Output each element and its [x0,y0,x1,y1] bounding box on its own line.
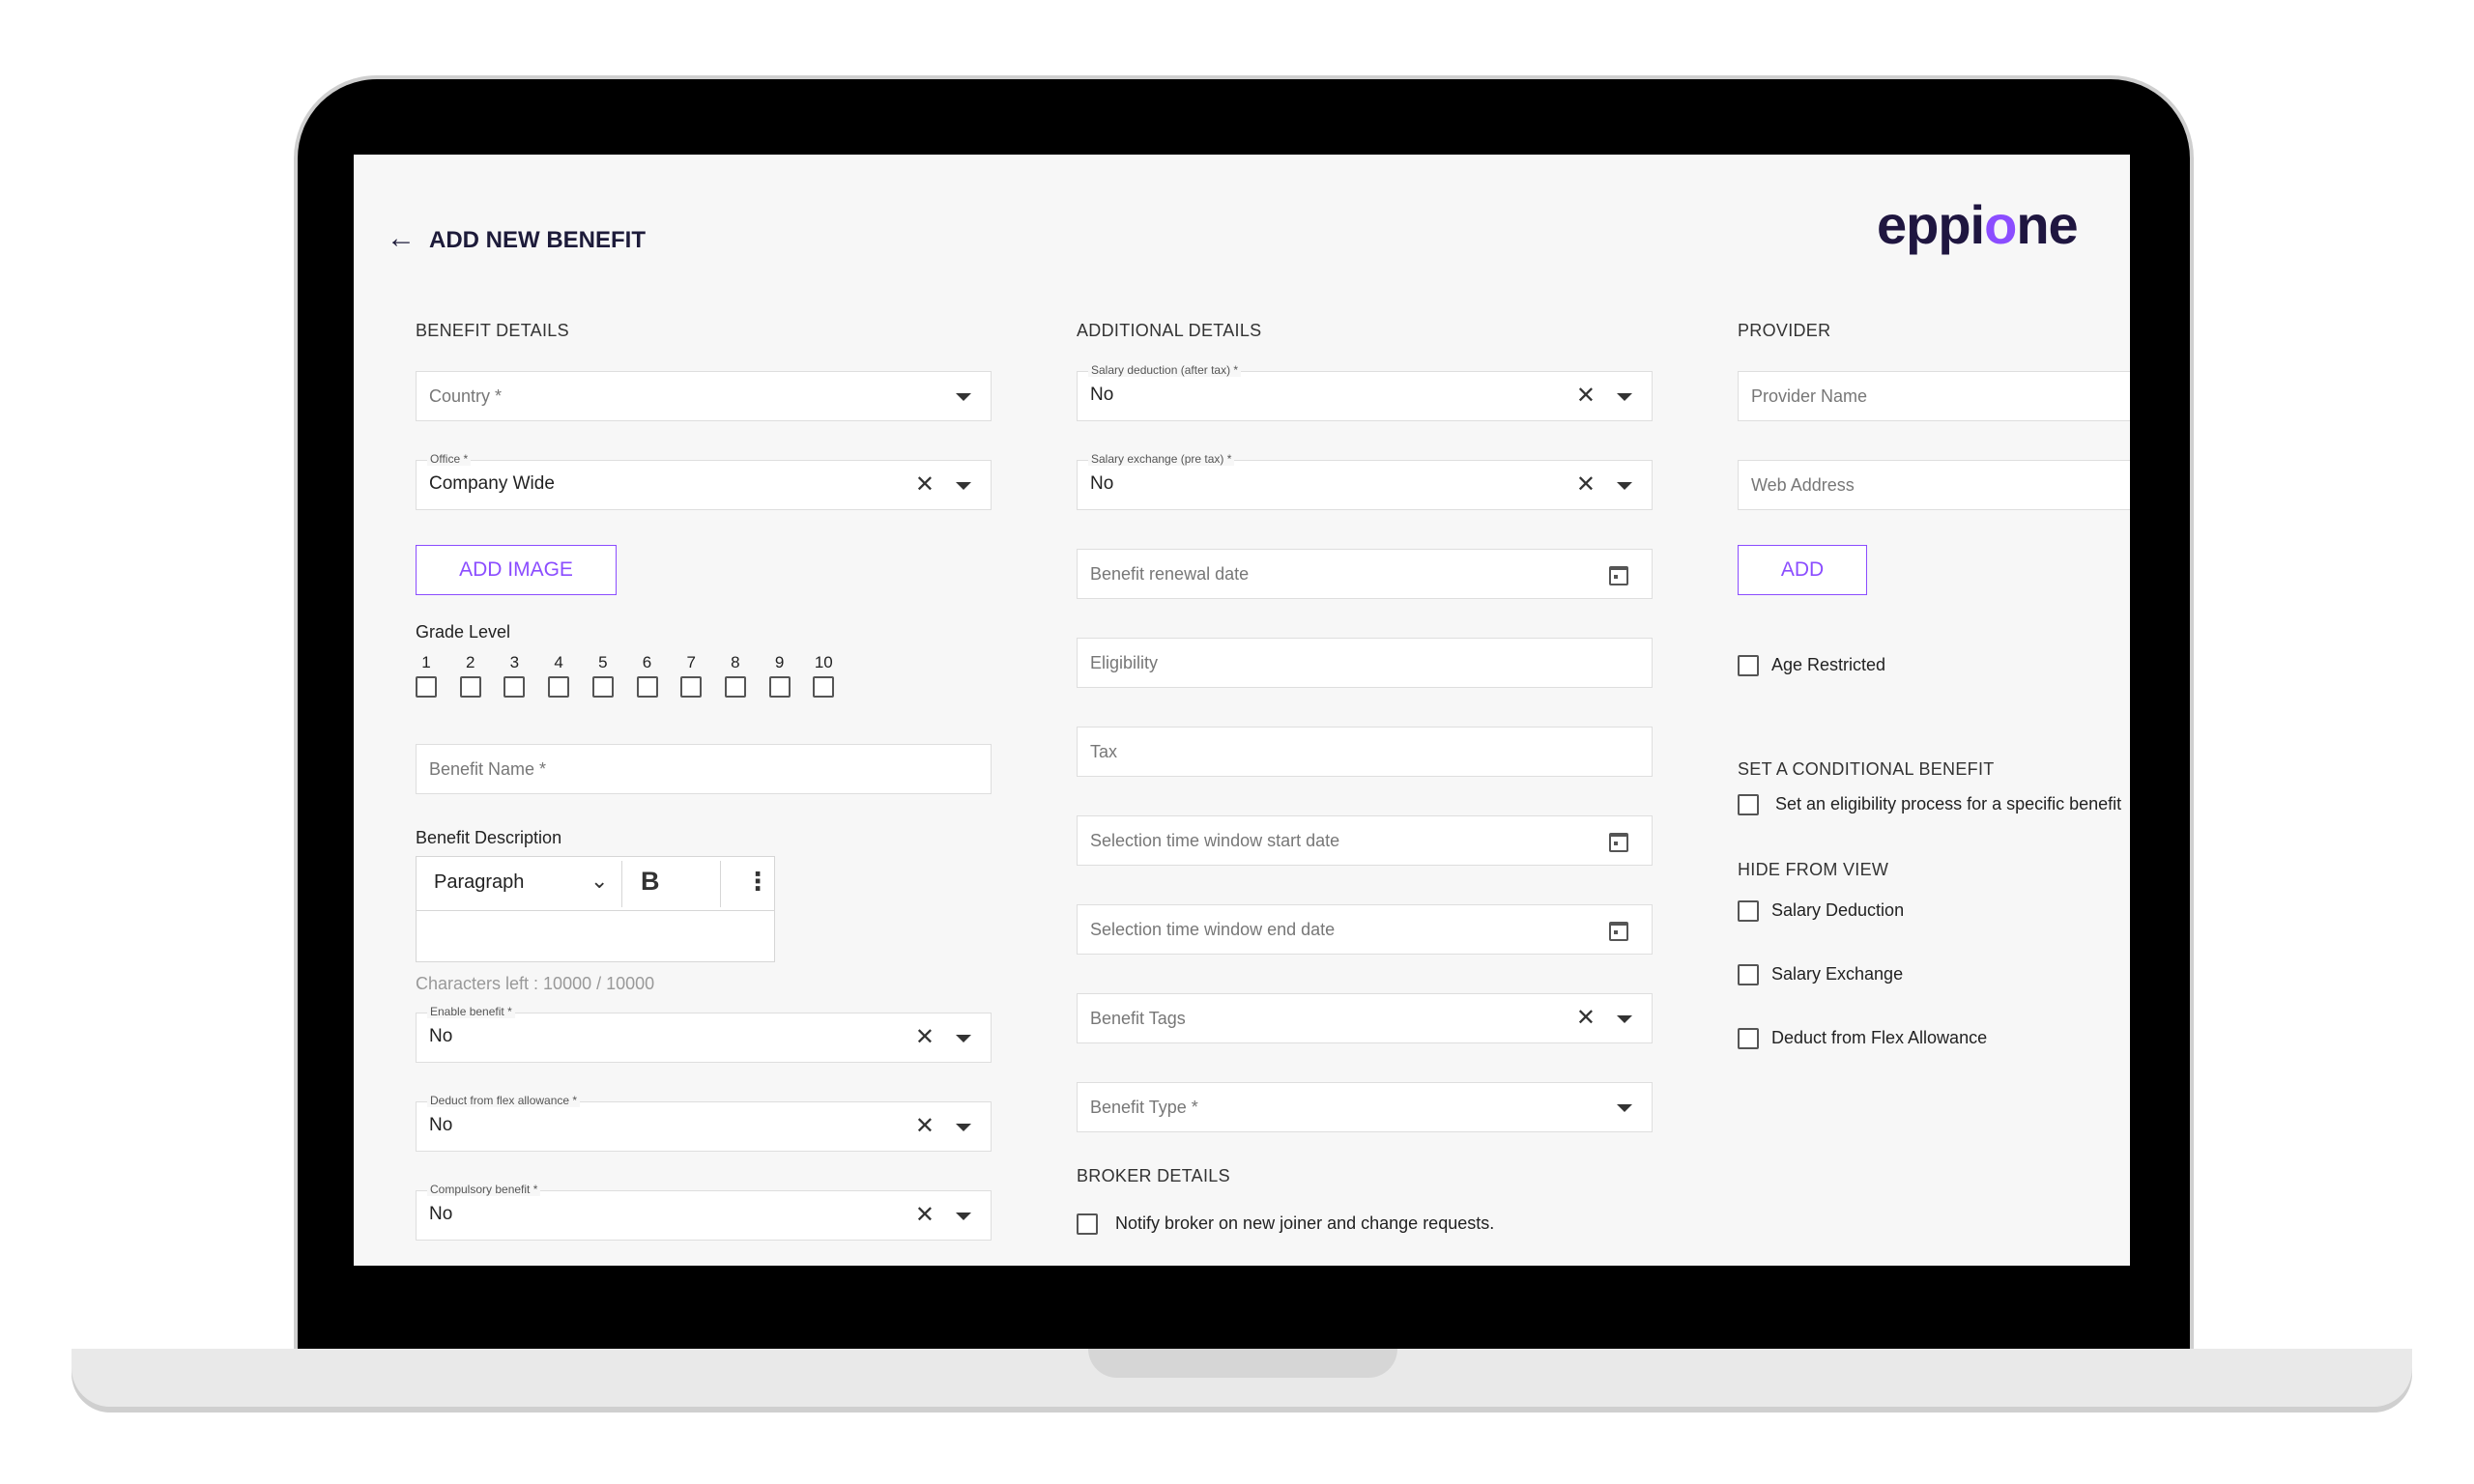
deduct-flex-select[interactable]: Deduct from flex allowance * No ✕ [416,1094,992,1152]
grade-level-number: 8 [731,653,740,671]
hide-salary-exchange-checkbox[interactable] [1738,964,1759,985]
tax-input[interactable]: Tax [1077,727,1653,777]
grade-level-number: 6 [642,653,652,671]
additional-details-title: ADDITIONAL DETAILS [1077,321,1262,340]
bold-button[interactable]: B [641,867,660,897]
add-image-button[interactable]: ADD IMAGE [416,545,617,595]
conditional-benefit-checkbox[interactable] [1738,794,1759,815]
eligibility-input[interactable]: Eligibility [1077,638,1653,688]
grade-level-number: 10 [814,653,833,671]
notify-broker-label: Notify broker on new joiner and change r… [1115,1213,1495,1233]
grade-level-checkbox[interactable] [768,676,791,698]
notify-broker-checkbox[interactable] [1077,1213,1098,1235]
renewal-date-input[interactable]: Benefit renewal date [1077,549,1653,599]
paragraph-style-select[interactable]: Paragraph [434,871,524,894]
office-select[interactable]: Office * Company Wide ✕ [416,452,992,510]
grade-level-checkbox[interactable] [416,676,437,698]
hide-from-view-title: HIDE FROM VIEW [1738,860,1889,879]
grade-level-checkbox[interactable] [459,676,481,698]
hide-flex-allowance-checkbox[interactable] [1738,1028,1759,1049]
benefit-description-label: Benefit Description [416,828,562,847]
salary-deduction-select[interactable]: Salary deduction (after tax) * No ✕ [1077,363,1653,421]
grade-level-label: Grade Level [416,622,511,642]
description-editor[interactable]: Paragraph ⌄ B ⋮ [416,856,775,962]
hide-flex-allowance-label: Deduct from Flex Allowance [1771,1028,1988,1047]
dropdown-caret-icon[interactable] [1617,1104,1632,1112]
grade-level-checkbox[interactable] [503,676,526,698]
dropdown-caret-icon[interactable] [1617,393,1632,401]
calendar-icon[interactable] [1609,833,1628,852]
benefit-tags-select[interactable]: Benefit Tags ✕ [1077,993,1653,1043]
provider-name-input[interactable]: Provider Name [1738,371,2130,421]
grade-level-number: 2 [465,653,475,671]
conditional-benefit-title: SET A CONDITIONAL BENEFIT [1738,759,1995,779]
clear-icon[interactable]: ✕ [915,1204,935,1227]
office-label: Office * [427,452,472,466]
toolbar-divider [621,861,622,907]
toolbar-divider [720,861,721,907]
country-select[interactable]: Country * [416,371,992,421]
grade-level-checkbox[interactable] [636,676,658,698]
dropdown-caret-icon[interactable] [1617,1015,1632,1023]
dropdown-caret-icon[interactable] [956,393,971,401]
enable-benefit-select[interactable]: Enable benefit * No ✕ [416,1005,992,1063]
dropdown-caret-icon[interactable] [956,1035,971,1042]
benefit-type-select[interactable]: Benefit Type * [1077,1082,1653,1132]
age-restricted-checkbox[interactable] [1738,655,1759,676]
clear-icon[interactable]: ✕ [1576,473,1596,497]
window-end-date-input[interactable]: Selection time window end date [1077,904,1653,955]
grade-level-checkbox[interactable] [548,676,570,698]
salary-exchange-select[interactable]: Salary exchange (pre tax) * No ✕ [1077,452,1653,510]
calendar-icon[interactable] [1609,922,1628,941]
arrow-left-icon[interactable]: ← [387,224,416,253]
benefit-name-input[interactable]: Benefit Name * [416,744,992,794]
dropdown-caret-icon[interactable] [956,1213,971,1220]
grade-level-checkbox[interactable] [724,676,746,698]
hide-salary-deduction-checkbox[interactable] [1738,900,1759,922]
clear-icon[interactable]: ✕ [915,1026,935,1049]
more-options-icon[interactable]: ⋮ [745,867,770,897]
clear-icon[interactable]: ✕ [915,1115,935,1138]
grade-level-number: 9 [774,653,785,671]
age-restricted-label: Age Restricted [1771,655,1886,674]
page-title: ADD NEW BENEFIT [429,227,646,253]
grade-level-checkbox[interactable] [813,676,835,698]
grade-level-number: 3 [509,653,520,671]
dropdown-caret-icon[interactable] [956,482,971,490]
calendar-icon[interactable] [1609,566,1628,585]
editor-toolbar: Paragraph ⌄ B ⋮ [417,857,774,911]
conditional-benefit-label: Set an eligibility process for a specifi… [1775,794,2122,813]
clear-icon[interactable]: ✕ [915,473,935,497]
office-value: Company Wide [429,473,555,494]
grade-level-number: 7 [686,653,696,671]
add-provider-button[interactable]: ADD [1738,545,1867,595]
grade-level-number: 1 [421,653,431,671]
provider-title: PROVIDER [1738,321,1831,340]
app-screen: ← ADD NEW BENEFIT eppione BENEFIT DETAIL… [354,155,2130,1266]
clear-icon[interactable]: ✕ [1576,385,1596,408]
dropdown-caret-icon[interactable] [1617,482,1632,490]
clear-icon[interactable]: ✕ [1576,1007,1596,1030]
grade-level-checkbox[interactable] [591,676,614,698]
grade-level-number: 4 [554,653,563,671]
hide-salary-exchange-label: Salary Exchange [1771,964,1904,984]
eppione-logo: eppione [1877,194,2079,255]
web-address-input[interactable]: Web Address [1738,460,2130,510]
benefit-details-title: BENEFIT DETAILS [416,321,569,340]
hide-salary-deduction-label: Salary Deduction [1771,900,1905,920]
grade-level-number: 5 [598,653,608,671]
compulsory-benefit-select[interactable]: Compulsory benefit * No ✕ [416,1183,992,1241]
grade-level-checkbox[interactable] [680,676,703,698]
chevron-down-icon[interactable]: ⌄ [590,869,608,894]
dropdown-caret-icon[interactable] [956,1124,971,1131]
laptop-notch [1088,1349,1397,1378]
broker-details-title: BROKER DETAILS [1077,1166,1230,1185]
window-start-date-input[interactable]: Selection time window start date [1077,815,1653,866]
characters-left: Characters left : 10000 / 10000 [416,974,655,993]
